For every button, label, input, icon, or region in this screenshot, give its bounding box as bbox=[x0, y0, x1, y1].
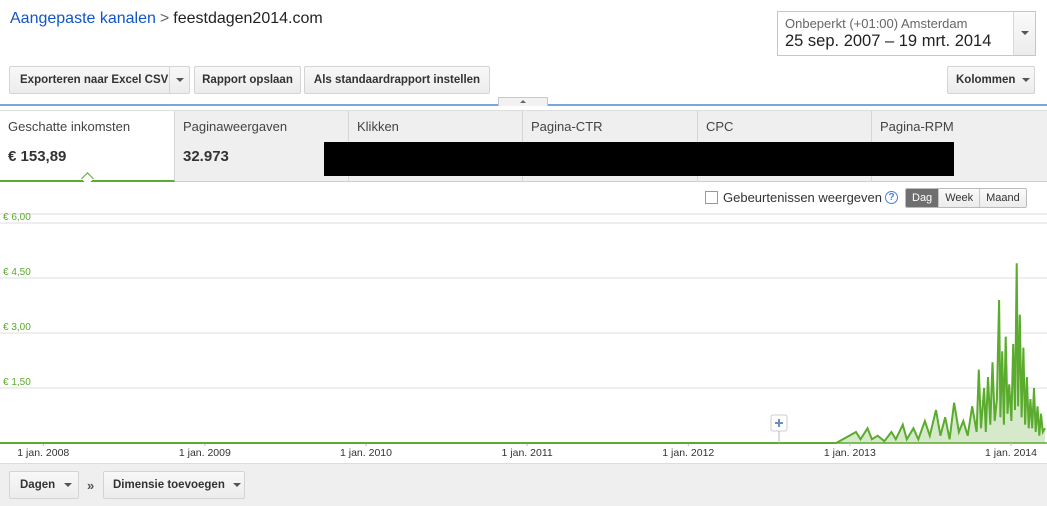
chevron-down-icon bbox=[1022, 78, 1031, 82]
events-toggle[interactable]: Gebeurtenissen weergeven ? bbox=[705, 190, 898, 205]
series-area bbox=[0, 263, 1045, 443]
breadcrumb-current: feestdagen2014.com bbox=[173, 10, 323, 27]
x-tick-label: 1 jan. 2012 bbox=[662, 447, 714, 459]
earnings-chart: € 6,00 € 4,50 € 3,00 € 1,50 1 jan. 2008 1 jan… bbox=[0, 213, 1047, 459]
date-timezone: Onbeperkt (+01:00) Amsterdam bbox=[785, 16, 968, 31]
metric-label: Pagina-CTR bbox=[531, 119, 603, 134]
events-checkbox[interactable] bbox=[705, 191, 718, 204]
metric-tab-estimated-earnings[interactable]: Geschatte inkomsten € 153,89 bbox=[0, 111, 175, 185]
save-report-button[interactable]: Rapport opslaan bbox=[194, 66, 301, 94]
chevron-up-icon bbox=[520, 100, 526, 103]
x-tick-label: 1 jan. 2014 bbox=[985, 447, 1037, 459]
y-tick-label: € 6,00 bbox=[3, 213, 31, 223]
metric-label: Klikken bbox=[357, 119, 399, 134]
primary-dimension-label: Dagen bbox=[20, 479, 56, 491]
granularity-month-button[interactable]: Maand bbox=[979, 189, 1026, 207]
chevron-down-icon bbox=[175, 78, 184, 82]
granularity-switch: Dag Week Maand bbox=[905, 188, 1027, 208]
breadcrumb-separator: > bbox=[159, 10, 170, 27]
granularity-day-button[interactable]: Dag bbox=[906, 189, 939, 207]
date-range-picker[interactable]: Onbeperkt (+01:00) Amsterdam 25 sep. 200… bbox=[777, 11, 1036, 56]
set-default-report-button[interactable]: Als standaardrapport instellen bbox=[304, 66, 490, 94]
metric-label: CPC bbox=[706, 119, 734, 134]
chevron-down-icon bbox=[232, 483, 241, 487]
breadcrumb-parent-link[interactable]: Aangepaste kanalen bbox=[10, 10, 156, 27]
active-tab-caret bbox=[81, 172, 94, 185]
x-tick-label: 1 jan. 2008 bbox=[17, 447, 69, 459]
chevron-down-icon bbox=[1021, 31, 1029, 35]
x-tick-label: 1 jan. 2010 bbox=[340, 447, 392, 459]
metric-label: Paginaweergaven bbox=[183, 119, 288, 134]
dimension-separator: » bbox=[87, 478, 95, 493]
metric-value: € 153,89 bbox=[8, 148, 67, 165]
y-tick-label: € 4,50 bbox=[3, 267, 31, 278]
export-csv-label: Exporteren naar Excel CSV bbox=[20, 74, 169, 86]
x-tick-label: 1 jan. 2009 bbox=[179, 447, 231, 459]
date-range-value: 25 sep. 2007 – 19 mrt. 2014 bbox=[785, 32, 992, 50]
help-icon[interactable]: ? bbox=[885, 191, 898, 204]
redacted-block bbox=[324, 142, 954, 176]
metric-tab-pageviews[interactable]: Paginaweergaven 32.973 bbox=[175, 111, 349, 182]
chevron-down-icon bbox=[64, 483, 73, 487]
add-dimension-label: Dimensie toevoegen bbox=[113, 479, 225, 491]
columns-button[interactable]: Kolommen bbox=[947, 66, 1035, 94]
events-label: Gebeurtenissen weergeven bbox=[723, 190, 882, 205]
y-tick-label: € 1,50 bbox=[3, 377, 31, 388]
metric-label: Pagina-RPM bbox=[880, 119, 954, 134]
metric-label: Geschatte inkomsten bbox=[8, 119, 131, 134]
breadcrumb: Aangepaste kanalen > feestdagen2014.com bbox=[10, 10, 323, 28]
x-tick-label: 1 jan. 2013 bbox=[824, 447, 876, 459]
date-dropdown-button[interactable] bbox=[1013, 12, 1035, 55]
annotation-add-icon[interactable] bbox=[770, 414, 788, 432]
y-tick-label: € 3,00 bbox=[3, 322, 31, 333]
add-dimension-dropdown[interactable]: Dimensie toevoegen bbox=[103, 471, 245, 499]
primary-dimension-dropdown[interactable]: Dagen bbox=[9, 471, 79, 499]
export-csv-button[interactable]: Exporteren naar Excel CSV bbox=[9, 66, 190, 94]
columns-label: Kolommen bbox=[956, 74, 1016, 86]
x-tick-label: 1 jan. 2011 bbox=[502, 447, 553, 459]
collapse-toggle[interactable] bbox=[498, 97, 548, 106]
series-line bbox=[0, 263, 1046, 444]
granularity-week-button[interactable]: Week bbox=[938, 189, 980, 207]
export-dropdown-button[interactable] bbox=[169, 67, 189, 93]
metric-value: 32.973 bbox=[183, 148, 229, 165]
